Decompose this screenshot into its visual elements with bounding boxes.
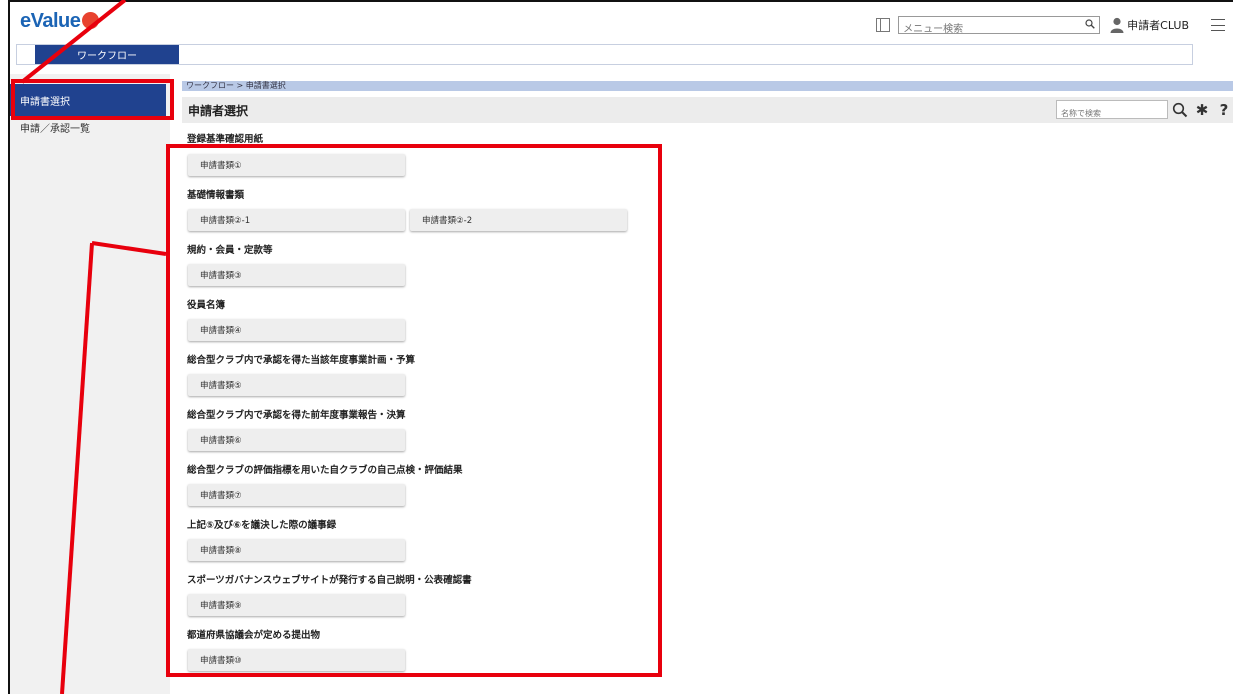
section-title: スポーツガバナンスウェブサイトが発行する自己説明・公表確認書	[187, 575, 472, 586]
evalue-logo[interactable]: eValue	[20, 10, 100, 33]
search-icon[interactable]	[1085, 19, 1095, 29]
section-title: 規約・会員・定款等	[187, 245, 273, 256]
user-name[interactable]: 申請者CLUB	[1127, 17, 1189, 33]
top-header: eValue 申請者CLUB	[10, 2, 1233, 42]
doc-button[interactable]: 申請書類①	[188, 154, 405, 176]
logo-text: eValue	[20, 10, 81, 32]
section-title: 総合型クラブの評価指標を用いた自クラブの自己点検・評価結果	[187, 465, 463, 476]
page-title: 申請者選択	[188, 104, 249, 118]
doc-button[interactable]: 申請書類⑤	[188, 374, 405, 396]
gear-icon[interactable]: ✱	[1194, 102, 1210, 118]
hamburger-menu-icon[interactable]	[1211, 19, 1225, 31]
module-tab-bar: ワークフロー	[16, 44, 1193, 65]
section-title: 登録基準確認用紙	[187, 134, 264, 145]
search-icon[interactable]	[1172, 102, 1188, 118]
section-title: 上記⑤及び⑥を議決した際の議事録	[187, 520, 337, 531]
section-title: 役員名簿	[187, 300, 226, 311]
doc-button[interactable]: 申請書類⑦	[188, 484, 405, 506]
doc-button[interactable]: 申請書類③	[188, 264, 405, 286]
sidebar: 申請書選択 申請／承認一覧	[10, 74, 170, 694]
logo-mark-icon	[82, 12, 100, 29]
tab-workflow[interactable]: ワークフロー	[35, 45, 179, 64]
title-bar: 申請者選択 ✱ ?	[182, 97, 1233, 123]
doc-button[interactable]: 申請書類⑧	[188, 539, 405, 561]
help-icon[interactable]: ?	[1216, 102, 1232, 118]
section-title: 都道府県協議会が定める提出物	[187, 630, 321, 641]
name-search-box	[1056, 100, 1168, 122]
doc-button[interactable]: 申請書類⑩	[188, 649, 405, 671]
menu-search-input[interactable]	[899, 21, 1078, 38]
section-title: 総合型クラブ内で承認を得た前年度事業報告・決算	[187, 410, 406, 421]
panel-toggle-icon[interactable]	[876, 18, 891, 32]
doc-button[interactable]: 申請書類⑨	[188, 594, 405, 616]
menu-search-box	[898, 16, 1101, 38]
doc-button[interactable]: 申請書類④	[188, 319, 405, 341]
user-icon[interactable]	[1110, 17, 1124, 33]
doc-button[interactable]: 申請書類⑥	[188, 429, 405, 451]
sidebar-item-application-select[interactable]: 申請書選択	[10, 84, 166, 116]
app-window: eValue 申請者CLUB ワークフロー 申請書選	[8, 0, 1233, 694]
doc-button[interactable]: 申請書類②-2	[410, 209, 627, 231]
sidebar-item-application-list[interactable]: 申請／承認一覧	[10, 118, 170, 136]
header-tools: 申請者CLUB	[876, 15, 1225, 38]
breadcrumb: ワークフロー > 申請書選択	[182, 81, 1233, 91]
name-search-input[interactable]	[1057, 105, 1167, 122]
section-title: 総合型クラブ内で承認を得た当該年度事業計画・予算	[187, 355, 416, 366]
section-title: 基礎情報書類	[187, 190, 245, 201]
doc-button[interactable]: 申請書類②-1	[188, 209, 405, 231]
